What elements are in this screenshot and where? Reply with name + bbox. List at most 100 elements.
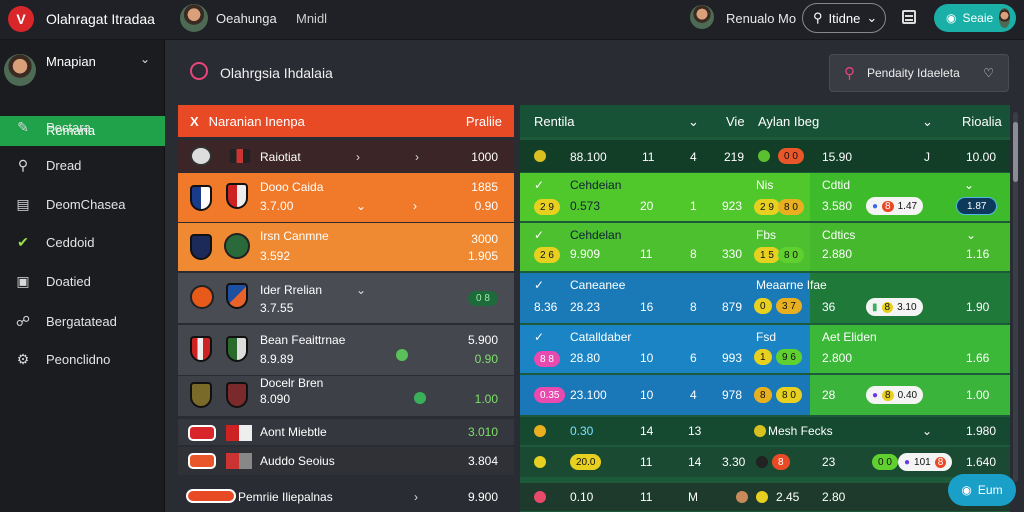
- odds-chip[interactable]: 0.35: [534, 387, 566, 403]
- odds-chip[interactable]: 1 5: [754, 247, 780, 263]
- table-row[interactable]: 0.35 23.100 10 4 978 8 8 0 28 ● 8 0.40 1.0…: [520, 375, 1010, 415]
- avatar[interactable]: [180, 4, 208, 32]
- odds-chip[interactable]: 8: [772, 454, 790, 470]
- table-row[interactable]: Docelr Bren 8.090 1.00: [178, 376, 514, 416]
- table-row[interactable]: Irsn Canmne 3.592 3000 1.905: [178, 223, 514, 271]
- table-row[interactable]: Auddo Seoius 3.804: [178, 447, 514, 475]
- odds-chip[interactable]: 3 7: [776, 298, 802, 314]
- column-header[interactable]: Rioalia: [962, 114, 1002, 129]
- odds-chip[interactable]: 8 0: [778, 247, 804, 263]
- odds-chip[interactable]: 1: [754, 349, 772, 365]
- odds-chip[interactable]: 0: [754, 298, 772, 314]
- cell-value: 36: [822, 300, 836, 314]
- table-row[interactable]: Pemriie Iliepalnas › 9.900: [178, 483, 514, 511]
- cell-value: 0.10: [570, 490, 594, 504]
- document-icon: ▤: [16, 195, 30, 212]
- sidebar-item[interactable]: ⚙ Peonclidno: [0, 346, 165, 372]
- row-value: 0.90: [474, 352, 498, 366]
- chevron-right-icon: ›: [415, 150, 419, 164]
- table-row[interactable]: Raiotiat › › 1000: [178, 140, 514, 172]
- table-row[interactable]: ✓ Cehdeian 2 9 0.573 20 1 923 Nis 2 9 8 …: [520, 173, 1010, 221]
- save-label: Seaie: [962, 11, 994, 25]
- column-header[interactable]: Aylan Ibeg: [758, 114, 819, 129]
- table-row[interactable]: Aont Miebtle 3.010: [178, 419, 514, 445]
- table-row[interactable]: 0.30 14 13 Mesh Fecks ⌄ 1.980: [520, 417, 1010, 445]
- location-icon: ◉: [961, 483, 972, 497]
- odds-chip[interactable]: 8 0: [776, 387, 802, 403]
- table-row[interactable]: Ider Rrelian 3.7.55 ⌄ 0 8: [178, 273, 514, 323]
- results-button[interactable]: ⚲ Pendaity Idaeleta ♡: [829, 54, 1009, 92]
- shield-icon: ♡: [983, 66, 994, 80]
- chevron-down-icon[interactable]: ⌄: [140, 52, 150, 66]
- table-row[interactable]: 0.10 11 M 2.45 2.80: [520, 483, 1010, 511]
- odds-value: 0.40: [897, 389, 918, 401]
- sidebar-item[interactable]: ▤ DeomChasea: [0, 191, 165, 217]
- cell-value: 28: [822, 388, 836, 402]
- row-value: 1000: [471, 150, 498, 164]
- sidebar-item[interactable]: ✔ Ceddoid: [0, 229, 165, 255]
- row-value: 3.804: [467, 454, 498, 468]
- cell-value: 993: [722, 351, 743, 365]
- grid-icon[interactable]: [902, 10, 916, 24]
- chevron-down-icon: ⌄: [964, 178, 975, 192]
- odds-pill[interactable]: 1.87: [956, 197, 998, 215]
- table-row[interactable]: Dooo Caida 3.7.00 ⌄ › 1885 0.90: [178, 173, 514, 222]
- cell-value: 11: [642, 150, 655, 164]
- save-button[interactable]: ◉ Seaie: [934, 4, 1016, 32]
- odds-chip[interactable]: 0 0: [778, 148, 804, 164]
- nav-item[interactable]: Mnidl: [296, 11, 327, 26]
- table-row[interactable]: 20.0 11 14 3.30 8 23 0 0 ● 101 8 1.640: [520, 447, 1010, 477]
- cell-value: 6: [690, 351, 697, 365]
- table-row[interactable]: ✓ Cehdelan 2 6 9.909 11 8 330 Fbs 1 5 8 …: [520, 223, 1010, 271]
- odds-chip[interactable]: 2 9: [754, 199, 780, 215]
- odds-chip[interactable]: 8 8: [534, 351, 560, 367]
- status-dot: [414, 392, 426, 404]
- odds-pill[interactable]: ● 8 0.40: [866, 386, 924, 404]
- sidebar-item[interactable]: ▣ Doatied: [0, 268, 165, 294]
- search-dropdown[interactable]: ⚲ Itidne ⌄: [802, 3, 886, 33]
- user-name[interactable]: Oeahunga: [216, 11, 277, 26]
- odds-pill[interactable]: ▮ 8 3.10: [866, 298, 923, 316]
- floating-action-button[interactable]: ◉ Eum: [948, 474, 1016, 506]
- sidebar-item[interactable]: ☍ Bergatatead: [0, 308, 165, 334]
- cell-value: 10: [640, 351, 654, 365]
- scrollbar[interactable]: [1013, 112, 1018, 482]
- panel-profile-link[interactable]: Praliie: [466, 114, 502, 129]
- table-row[interactable]: ✓ Caneanee 8.36 28.23 16 8 879 Meaarne I…: [520, 273, 1010, 323]
- odds-pill[interactable]: ● 101 8: [898, 453, 953, 471]
- fab-label: Eum: [977, 483, 1003, 497]
- table-row[interactable]: Bean Feaittrnae 8.9.89 5.900 0.90: [178, 325, 514, 375]
- table-row[interactable]: ✓ Catalldaber 8 8 28.80 10 6 993 Fsd 1 9…: [520, 325, 1010, 373]
- odds-pill[interactable]: 0 8: [468, 291, 498, 306]
- sidebar-item[interactable]: ✎ Pectara: [0, 114, 165, 140]
- odds-chip[interactable]: 8: [754, 387, 772, 403]
- user2-name[interactable]: Renualo Mo: [726, 11, 796, 26]
- column-header[interactable]: Rentila: [534, 114, 574, 129]
- sidebar-profile[interactable]: Mnapian ⌄: [0, 50, 165, 90]
- table-row[interactable]: 88.100 11 4 219 0 0 15.90 J 10.00: [520, 140, 1010, 172]
- page-title: Olahrgsia Ihdalaia: [220, 65, 333, 81]
- edit-icon: ✎: [17, 118, 29, 135]
- avatar-secondary[interactable]: [690, 5, 714, 29]
- close-icon[interactable]: X: [190, 114, 199, 129]
- column-header[interactable]: Vie: [726, 114, 745, 129]
- odds-chip[interactable]: 0 0: [872, 454, 898, 470]
- odds-chip[interactable]: 8 0: [778, 199, 804, 215]
- chevron-down-icon[interactable]: ⌄: [922, 114, 933, 130]
- cell-value: 0.30: [570, 424, 594, 438]
- odds-chip[interactable]: 2 6: [534, 247, 560, 263]
- app-logo[interactable]: V: [8, 6, 34, 32]
- status-dot: [534, 456, 546, 468]
- odds-chip[interactable]: 20.0: [570, 454, 602, 470]
- sidebar-item[interactable]: ⚲ Dread: [0, 152, 165, 178]
- sidebar: Mnapian ⌄ Remaria ✎ Pectara ⚲ Dread ▤ DeomC…: [0, 40, 165, 512]
- odds-chip[interactable]: 2 9: [534, 199, 560, 215]
- matches-panel: X Naranian Inenpa Praliie Raiotiat › › 1…: [178, 105, 514, 512]
- row-title: Caneanee: [570, 278, 626, 292]
- cell-value: 15.90: [822, 150, 853, 164]
- chevron-down-icon: ⌄: [356, 283, 367, 297]
- odds-pill[interactable]: ● 8 1.47: [866, 197, 924, 215]
- chevron-down-icon[interactable]: ⌄: [688, 114, 699, 130]
- odds-chip[interactable]: 9 6: [776, 349, 802, 365]
- odds-value: 3.10: [897, 301, 917, 313]
